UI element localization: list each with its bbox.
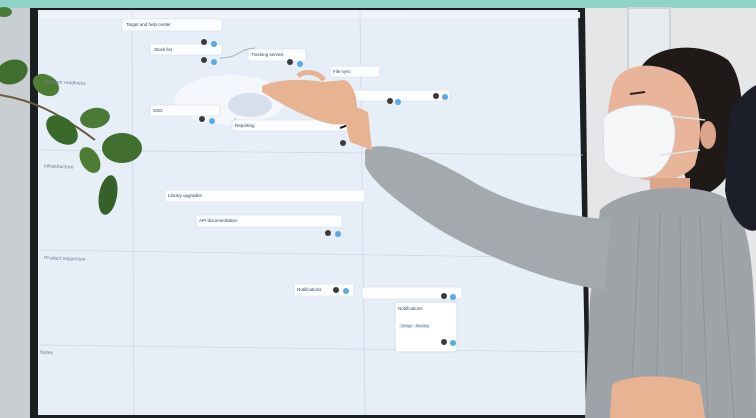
card-title: Target and help center	[126, 22, 171, 27]
card-title: Library upgrades	[168, 193, 202, 198]
hand-shadow	[228, 93, 272, 117]
card-title: File sync	[333, 69, 351, 74]
scene-illustration	[0, 7, 756, 418]
row-label-infrastructure: Infrastructure	[43, 163, 74, 171]
card-title: Notifications	[297, 287, 322, 292]
photo-scene: Platform readiness Infrastructure Produc…	[0, 0, 756, 418]
person-lower-hand	[610, 376, 705, 418]
row-label-notes: Notes	[39, 349, 54, 357]
popover-tag: Backlog	[414, 324, 431, 328]
card-title: SSO	[153, 108, 163, 113]
board-header	[40, 12, 580, 18]
card-title: Reporting	[235, 123, 255, 128]
person-ear	[700, 121, 716, 149]
card-title: API documentation	[199, 218, 238, 223]
card-title: Tracking service	[251, 52, 284, 57]
card-title: Notifications	[398, 306, 423, 311]
card-title: Stock list	[154, 47, 173, 52]
popover-tag: Design	[399, 324, 414, 328]
